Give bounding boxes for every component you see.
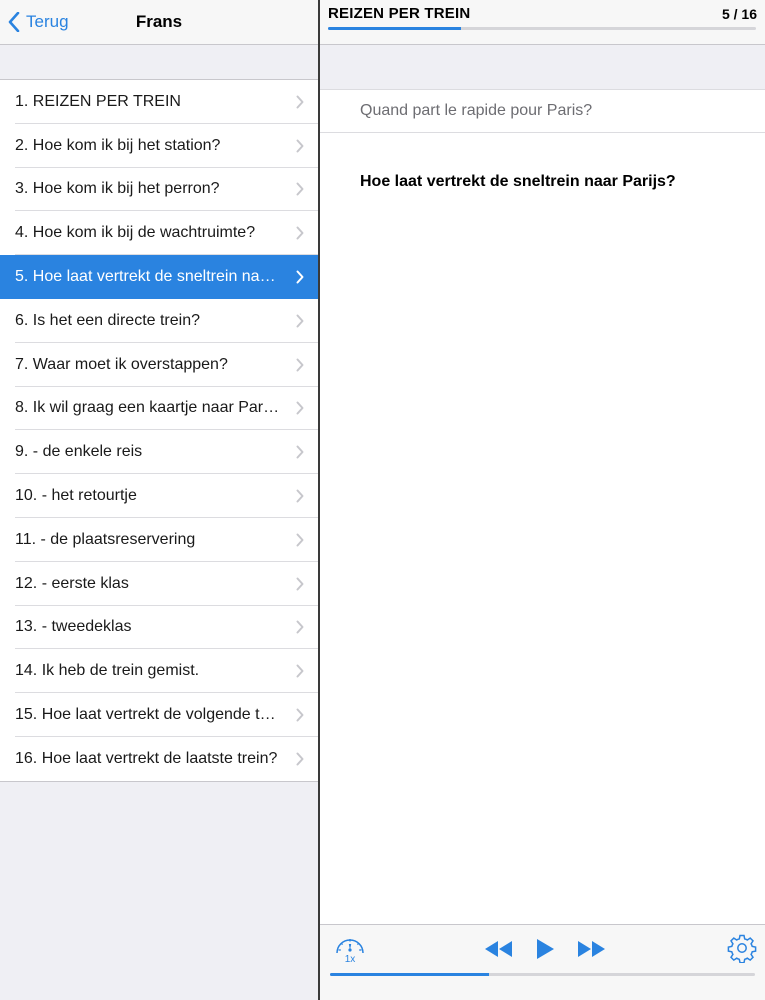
translation-phrase: Hoe laat vertrekt de sneltrein naar Pari…	[360, 173, 676, 190]
settings-button[interactable]	[727, 933, 757, 964]
list-item-label: 8. Ik wil graag een kaartje naar Parijs.	[15, 399, 280, 417]
list-item-label: 14. Ik heb de trein gemist.	[15, 662, 200, 680]
playback-speed-button[interactable]: 1x	[334, 934, 366, 966]
list-item[interactable]: 2. Hoe kom ik bij het station?	[0, 123, 318, 168]
chevron-right-icon	[296, 270, 304, 284]
play-button[interactable]	[529, 935, 561, 963]
list-item-label: 1. REIZEN PER TREIN	[15, 92, 181, 110]
list-item-label: 12. - eerste klas	[15, 574, 129, 592]
list-item[interactable]: 1. REIZEN PER TREIN	[0, 80, 318, 124]
chevron-right-icon	[296, 489, 304, 503]
play-icon	[537, 939, 554, 959]
list-item[interactable]: 11. - de plaatsreservering	[0, 517, 318, 562]
list-item-label: 11. - de plaatsreservering	[15, 530, 196, 548]
list-item[interactable]: 12. - eerste klas	[0, 561, 318, 606]
transport-controls	[483, 935, 607, 963]
master-pane: Terug Frans 1. REIZEN PER TREIN 2. Hoe ko…	[0, 0, 318, 1000]
gear-icon	[727, 934, 757, 964]
lesson-progress-fill	[328, 27, 461, 30]
detail-header: REIZEN PER TREIN 5 / 16	[320, 0, 765, 45]
chevron-right-icon	[296, 664, 304, 678]
source-phrase-row[interactable]: Quand part le rapide pour Paris?	[320, 89, 765, 133]
section-title: REIZEN PER TREIN	[328, 5, 471, 22]
chevron-right-icon	[296, 226, 304, 240]
list-item-label: 4. Hoe kom ik bij de wachtruimte?	[15, 224, 256, 242]
list-item-label: 7. Waar moet ik overstappen?	[15, 355, 228, 373]
list-item-label: 5. Hoe laat vertrekt de sneltrein naar P…	[15, 268, 280, 286]
master-nav-bar: Terug Frans	[0, 0, 318, 45]
fast-forward-icon	[578, 941, 605, 957]
list-item-label: 13. - tweedeklas	[15, 618, 132, 636]
list-item-label: 10. - het retourtje	[15, 487, 137, 505]
list-item[interactable]: 5. Hoe laat vertrekt de sneltrein naar P…	[0, 255, 318, 299]
list-item-label: 9. - de enkele reis	[15, 443, 143, 461]
audio-progress-bar[interactable]	[330, 973, 755, 976]
phrase-list: 1. REIZEN PER TREIN 2. Hoe kom ik bij het…	[0, 79, 318, 782]
list-item[interactable]: 6. Is het een directe trein?	[0, 298, 318, 343]
list-item-label: 16. Hoe laat vertrekt de laatste trein?	[15, 749, 278, 767]
chevron-right-icon	[296, 620, 304, 634]
lesson-progress-bar	[328, 27, 756, 30]
playback-speed-label: 1x	[344, 954, 356, 965]
chevron-right-icon	[296, 358, 304, 372]
list-item-label: 15. Hoe laat vertrekt de volgende trein?	[15, 706, 280, 724]
list-item[interactable]: 4. Hoe kom ik bij de wachtruimte?	[0, 211, 318, 256]
rewind-icon	[485, 941, 512, 957]
list-item[interactable]: 14. Ik heb de trein gemist.	[0, 649, 318, 694]
detail-spacer	[320, 45, 765, 89]
chevron-right-icon	[296, 708, 304, 722]
detail-pane: REIZEN PER TREIN 5 / 16 Quand part le ra…	[320, 0, 765, 1000]
speedometer-icon	[336, 939, 364, 954]
app-window: Terug Frans 1. REIZEN PER TREIN 2. Hoe ko…	[0, 0, 765, 1000]
fast-forward-button[interactable]	[575, 935, 607, 963]
list-item-label: 6. Is het een directe trein?	[15, 311, 200, 329]
list-item[interactable]: 10. - het retourtje	[0, 474, 318, 518]
list-item[interactable]: 3. Hoe kom ik bij het perron?	[0, 167, 318, 212]
audio-progress-fill	[330, 973, 490, 976]
list-item-label: 2. Hoe kom ik bij het station?	[15, 136, 221, 154]
list-item[interactable]: 15. Hoe laat vertrekt de volgende trein?	[0, 693, 318, 737]
chevron-right-icon	[296, 533, 304, 547]
list-item[interactable]: 13. - tweedeklas	[0, 605, 318, 650]
chevron-right-icon	[296, 752, 304, 766]
audio-player-bar: 1x	[320, 924, 765, 1000]
chevron-right-icon	[296, 401, 304, 415]
list-item-label: 3. Hoe kom ik bij het perron?	[15, 180, 220, 198]
list-item[interactable]: 7. Waar moet ik overstappen?	[0, 342, 318, 387]
page-counter: 5 / 16	[721, 6, 757, 22]
chevron-right-icon	[296, 445, 304, 459]
list-item[interactable]: 16. Hoe laat vertrekt de laatste trein?	[0, 736, 318, 781]
master-title: Frans	[135, 12, 183, 31]
chevron-right-icon	[296, 182, 304, 196]
chevron-right-icon	[296, 95, 304, 109]
source-phrase: Quand part le rapide pour Paris?	[360, 102, 593, 119]
list-item[interactable]: 9. - de enkele reis	[0, 430, 318, 475]
chevron-right-icon	[296, 139, 304, 153]
list-item[interactable]: 8. Ik wil graag een kaartje naar Parijs.	[0, 386, 318, 431]
rewind-button[interactable]	[483, 935, 515, 963]
chevron-right-icon	[296, 577, 304, 591]
chevron-right-icon	[296, 314, 304, 328]
